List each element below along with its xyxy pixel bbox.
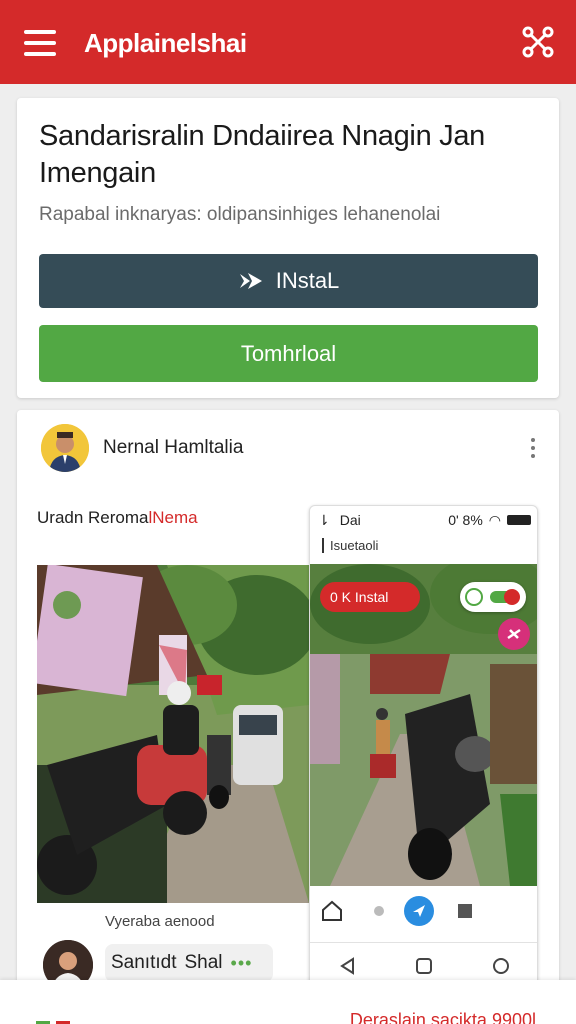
app-bar: Applainelshai <box>0 0 576 84</box>
post-card: Nernal Hamltalia Uradn ReromalNema Vyera… <box>17 410 559 1024</box>
comment-author: Sanıtıdt <box>111 952 177 973</box>
install-button-label: INstaL <box>275 268 340 293</box>
phone-status-left: Dai <box>339 512 361 528</box>
phone-toggle[interactable] <box>460 582 526 612</box>
bottom-sheet-logo <box>36 1014 96 1024</box>
signal-icon: ⇂ <box>318 511 330 528</box>
phone-photo <box>310 564 537 886</box>
promo-card: Sandarisralin Dndaiirea Nnagin Jan Imeng… <box>17 98 559 398</box>
author-avatar[interactable] <box>41 424 89 472</box>
caption-highlight: lNema <box>148 508 198 527</box>
app-title: Applainelshai <box>84 28 247 58</box>
phone-fab-icon[interactable] <box>498 618 530 650</box>
dot-icon[interactable] <box>374 906 384 916</box>
bottom-sheet[interactable]: Deraslain sacikta 9900l <box>0 980 576 1024</box>
caption-text: Uradn Reroma <box>37 508 149 527</box>
photo-caption: Vyeraba aenood <box>105 913 215 930</box>
bottom-sheet-text: Deraslain sacikta 9900l <box>349 1010 536 1024</box>
square-icon[interactable] <box>458 904 472 918</box>
phone-url-bar[interactable]: Isuetaoli <box>322 538 378 553</box>
phone-app-nav <box>310 886 537 936</box>
back-triangle-icon[interactable] <box>339 956 357 975</box>
more-options-icon[interactable] <box>529 438 537 460</box>
phone-install-pill[interactable]: 0 K Instal <box>320 582 420 612</box>
download-button-label: Tomhrloal <box>240 340 337 366</box>
hamburger-menu-icon[interactable] <box>24 30 56 56</box>
home-icon[interactable] <box>320 899 344 923</box>
comment-bubble[interactable]: Sanıtıdt Shal ••• <box>105 944 273 982</box>
send-icon[interactable] <box>404 896 434 926</box>
typing-dots: ••• <box>230 952 253 973</box>
phone-mockup: ⇂ Dai 0' 8% ◠ Isuetaoli 0 K Instal <box>309 505 538 987</box>
phone-install-label: 0 K Instal <box>330 589 389 605</box>
install-button[interactable]: INstaL <box>39 254 538 308</box>
share-nodes-icon[interactable] <box>520 24 556 60</box>
download-button[interactable]: Tomhrloal <box>39 325 538 382</box>
battery-icon <box>507 515 531 525</box>
phone-status-right: 0' 8% <box>448 512 483 528</box>
wifi-icon: ◠ <box>488 511 501 528</box>
promo-subtext: Rapabal inknaryas: oldipansinhiges lehan… <box>39 204 441 225</box>
author-name[interactable]: Nernal Hamltalia <box>103 437 243 459</box>
recents-circle-icon[interactable] <box>492 957 510 975</box>
home-square-icon[interactable] <box>415 957 433 975</box>
phone-status-bar: ⇂ Dai 0' 8% ◠ <box>310 506 537 534</box>
comment-text: Shal <box>184 952 223 973</box>
post-photo[interactable] <box>37 565 309 903</box>
share-arrow-icon <box>239 273 262 289</box>
post-caption: Uradn ReromalNema <box>37 508 198 528</box>
promo-headline: Sandarisralin Dndaiirea Nnagin Jan Imeng… <box>39 120 486 189</box>
